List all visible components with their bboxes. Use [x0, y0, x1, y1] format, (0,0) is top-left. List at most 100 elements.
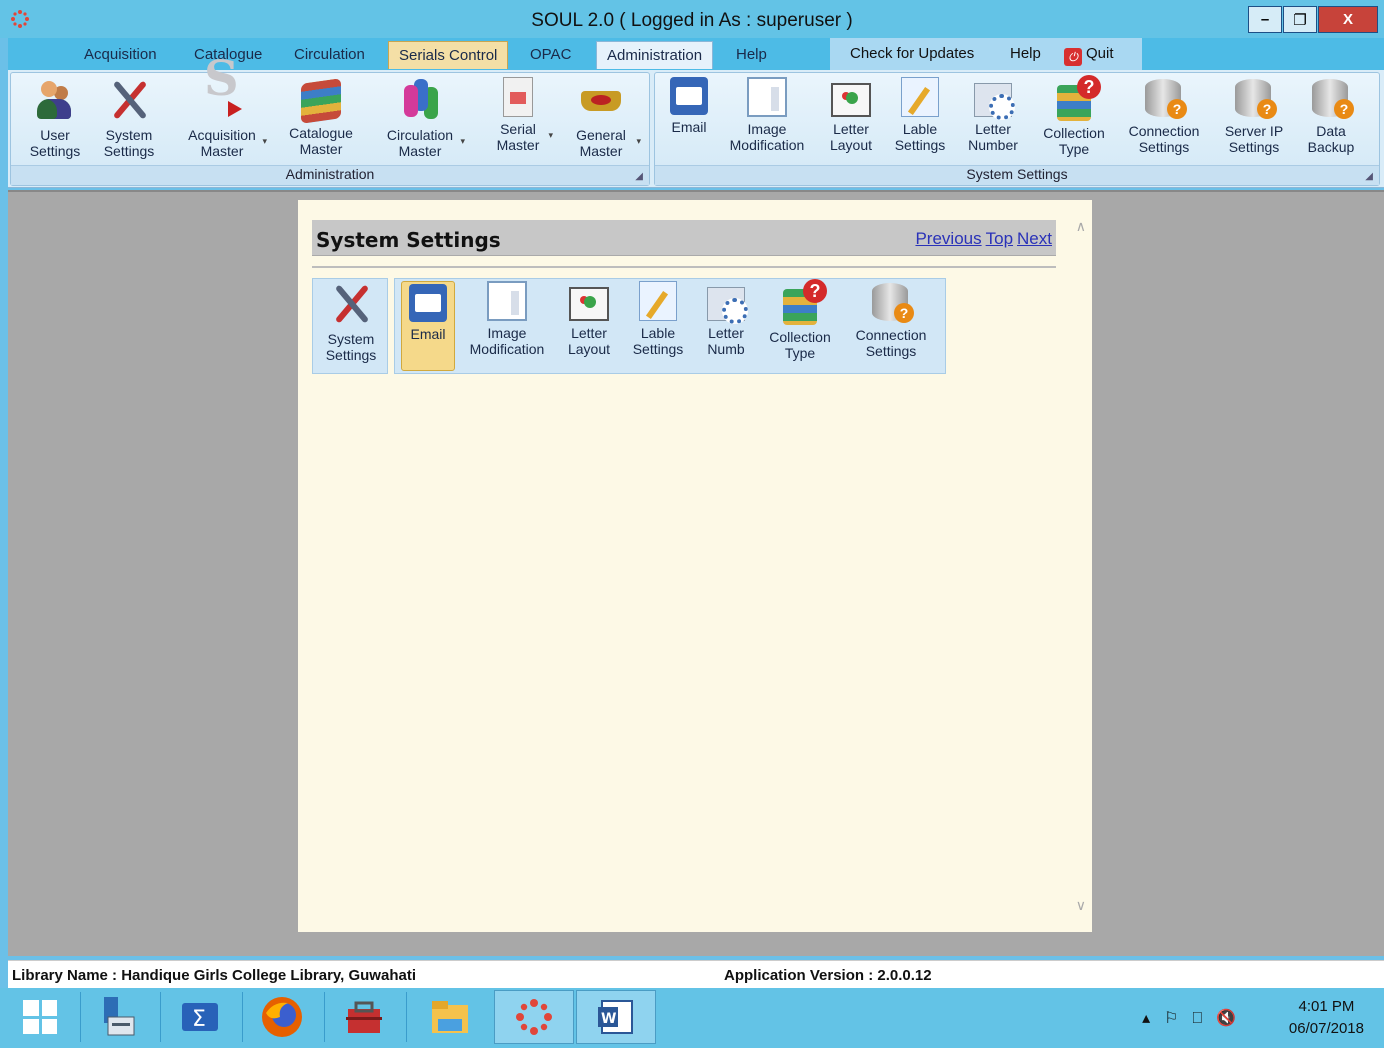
user-settings-icon	[33, 77, 77, 123]
group-launcher-icon[interactable]: ◢	[635, 171, 643, 182]
previous-link[interactable]: Previous	[915, 229, 981, 248]
toolbox-icon	[346, 1001, 382, 1033]
check-updates-button[interactable]: Check for Updates	[850, 45, 974, 62]
mini-ribbon-system: Email Image Modification Letter Layout L…	[394, 278, 946, 374]
scroll-up-icon[interactable]: ∧	[1076, 218, 1086, 235]
mini-collection-type-button[interactable]: Collection Type	[761, 279, 839, 361]
tab-opac[interactable]: OPAC	[520, 41, 581, 69]
button-label: Master	[496, 137, 540, 153]
button-label: Acquisition	[188, 127, 256, 143]
button-label: Letter	[708, 325, 744, 341]
button-label: Settings	[865, 343, 917, 359]
mini-image-modification-button[interactable]: Image Modification	[465, 281, 549, 357]
mini-email-button[interactable]: Email	[401, 281, 455, 371]
library-name: Library Name : Handique Girls College Li…	[12, 967, 416, 984]
group-label-system-settings: System Settings	[966, 166, 1068, 182]
tools-icon	[329, 281, 373, 327]
button-label: Settings	[1138, 139, 1190, 155]
start-button[interactable]	[0, 990, 80, 1044]
clock[interactable]: 4:01 PM 06/07/2018	[1289, 996, 1364, 1040]
circulation-icon	[398, 77, 442, 123]
taskbar-server-manager[interactable]	[78, 990, 158, 1044]
button-label: Layout	[567, 341, 611, 357]
mini-letter-layout-button[interactable]: Letter Layout	[561, 281, 617, 357]
volume-muted-icon[interactable]: 🔇	[1216, 1010, 1250, 1027]
powershell-icon: Σ	[182, 1003, 218, 1032]
taskbar-toolbox[interactable]	[324, 990, 404, 1044]
taskbar-powershell[interactable]: Σ	[160, 990, 240, 1044]
minimize-button[interactable]: –	[1248, 6, 1282, 33]
button-label: Connection	[855, 327, 927, 343]
dropdown-caret-icon[interactable]: ▾	[548, 127, 553, 143]
tab-circulation[interactable]: Circulation	[284, 41, 375, 69]
soul-app-icon	[516, 999, 552, 1035]
button-label: Master	[299, 141, 343, 157]
lable-settings-button[interactable]: Lable Settings	[889, 77, 951, 153]
button-label: Layout	[829, 137, 873, 153]
button-label: Settings	[1228, 139, 1280, 155]
close-button[interactable]: X	[1318, 6, 1378, 33]
button-label: General	[576, 127, 626, 143]
data-backup-button[interactable]: Data Backup	[1301, 77, 1361, 155]
database-icon	[1145, 77, 1187, 119]
taskbar-soul[interactable]	[494, 990, 574, 1044]
svg-text:W: W	[601, 1011, 616, 1027]
connection-settings-button[interactable]: Connection Settings	[1123, 77, 1205, 155]
button-label: Lable	[902, 121, 938, 137]
divider	[312, 266, 1056, 268]
tab-serials-control[interactable]: Serials Control	[388, 41, 509, 69]
button-label: Data	[1316, 123, 1346, 139]
button-label: Collection	[769, 329, 831, 345]
dropdown-caret-icon[interactable]: ▾	[636, 133, 641, 149]
serial-master-button[interactable]: Serial Master ▾	[485, 77, 553, 153]
help-button[interactable]: Help	[1010, 45, 1041, 62]
taskbar-word[interactable]: W	[576, 990, 656, 1044]
network-icon[interactable]: ⎕	[1192, 1010, 1216, 1027]
mini-ribbon-left: System Settings	[312, 278, 388, 374]
taskbar-firefox[interactable]	[242, 990, 322, 1044]
scroll-down-icon[interactable]: ∨	[1076, 897, 1086, 914]
flag-icon[interactable]: ⚐	[1164, 1010, 1192, 1027]
letter-layout-icon	[831, 83, 871, 117]
button-label: Settings	[632, 341, 684, 357]
system-settings-button[interactable]: System Settings	[97, 77, 161, 159]
email-button[interactable]: Email	[663, 77, 715, 135]
mini-connection-settings-button[interactable]: Connection Settings	[849, 281, 933, 359]
top-link[interactable]: Top	[986, 229, 1013, 248]
tab-help[interactable]: Help	[726, 41, 777, 69]
dropdown-caret-icon[interactable]: ▾	[262, 133, 267, 149]
button-label: Letter	[833, 121, 869, 137]
button-label: Backup	[1307, 139, 1355, 155]
restore-button[interactable]: ❐	[1283, 6, 1317, 33]
server-ip-settings-button[interactable]: Server IP Settings	[1217, 77, 1291, 155]
letter-layout-button[interactable]: Letter Layout	[823, 77, 879, 153]
dropdown-caret-icon[interactable]: ▾	[460, 133, 465, 149]
tab-acquisition[interactable]: Acquisition	[74, 41, 167, 69]
collection-type-icon	[1057, 75, 1101, 121]
image-modification-button[interactable]: Image Modification	[725, 77, 809, 153]
circulation-master-button[interactable]: Circulation Master ▾	[377, 77, 465, 159]
status-bar: Library Name : Handique Girls College Li…	[8, 960, 1384, 988]
taskbar-file-explorer[interactable]	[410, 990, 490, 1044]
database-icon	[872, 281, 914, 323]
user-settings-button[interactable]: User Settings	[23, 77, 87, 159]
next-link[interactable]: Next	[1017, 229, 1052, 248]
tab-administration[interactable]: Administration	[596, 41, 714, 69]
mini-system-settings-button[interactable]: System Settings	[317, 281, 385, 363]
button-label: System	[105, 127, 153, 143]
collection-type-button[interactable]: Collection Type	[1035, 75, 1113, 157]
clock-time: 4:01 PM	[1298, 998, 1355, 1015]
group-launcher-icon[interactable]: ◢	[1365, 171, 1373, 182]
acquisition-master-button[interactable]: Acquisition Master ▾	[179, 71, 267, 159]
panel-nav: Previous Top Next	[911, 229, 1052, 249]
catalogue-master-button[interactable]: Catalogue Master	[281, 77, 361, 157]
letter-number-button[interactable]: Letter Number	[961, 77, 1025, 153]
serial-icon	[503, 77, 533, 117]
tray-expand-icon[interactable]: ▴	[1142, 1010, 1164, 1027]
quit-button[interactable]: ⏻ Quit	[1064, 45, 1114, 66]
button-label: Master	[200, 143, 244, 159]
system-tray-icons[interactable]: ▴⚐⎕🔇	[1142, 1008, 1250, 1028]
mini-letter-number-button[interactable]: Letter Numb	[699, 281, 753, 357]
general-master-button[interactable]: General Master ▾	[565, 77, 641, 159]
mini-lable-settings-button[interactable]: Lable Settings	[627, 281, 689, 357]
